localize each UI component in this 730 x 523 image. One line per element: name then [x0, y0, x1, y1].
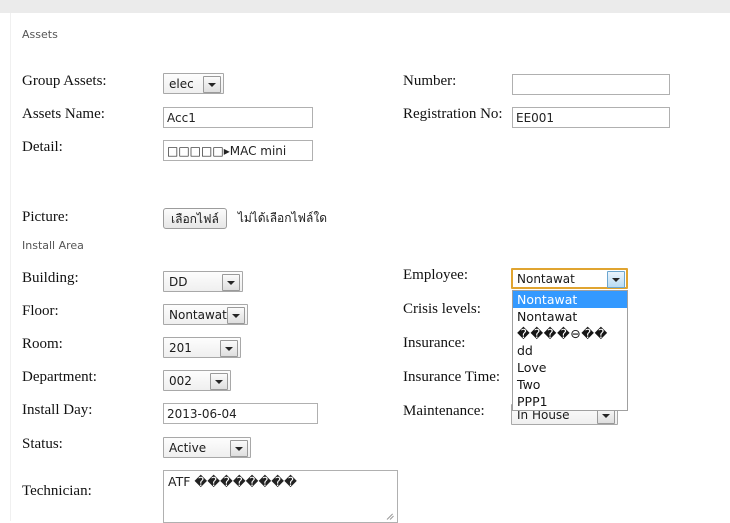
- room-label: Room:: [22, 336, 63, 352]
- chevron-down-icon[interactable]: [203, 76, 221, 93]
- employee-option[interactable]: dd: [513, 342, 627, 359]
- install-day-label: Install Day:: [22, 402, 93, 418]
- room-value: 201: [169, 341, 192, 355]
- department-value: 002: [169, 374, 192, 388]
- floor-select[interactable]: Nontawat: [163, 304, 248, 325]
- chevron-down-icon[interactable]: [230, 440, 248, 457]
- choose-file-button[interactable]: เลือกไฟล์: [163, 208, 227, 229]
- number-label: Number:: [403, 73, 457, 89]
- crisis-levels-label: Crisis levels:: [403, 301, 481, 317]
- floor-label: Floor:: [22, 303, 59, 319]
- employee-option[interactable]: PPP1: [513, 393, 627, 410]
- assets-name-input[interactable]: [163, 107, 313, 128]
- room-select[interactable]: 201: [163, 337, 241, 358]
- employee-value: Nontawat: [517, 272, 575, 286]
- status-select[interactable]: Active: [163, 437, 251, 458]
- employee-option[interactable]: Nontawat: [513, 291, 627, 308]
- asset-form: Assets Group Assets: elec Assets Name: D…: [0, 13, 730, 523]
- assets-section-legend: Assets: [22, 28, 58, 41]
- top-gray-band: [0, 0, 730, 13]
- employee-option[interactable]: Two: [513, 376, 627, 393]
- picture-label: Picture:: [22, 209, 69, 225]
- chevron-down-icon[interactable]: [220, 340, 238, 357]
- picture-file-input[interactable]: เลือกไฟล์ ไม่ได้เลือกไฟล์ใด: [163, 208, 327, 230]
- maintenance-label: Maintenance:: [403, 403, 485, 419]
- chevron-down-icon[interactable]: [222, 274, 240, 291]
- building-select[interactable]: DD: [163, 271, 243, 292]
- insurance-label: Insurance:: [403, 335, 466, 351]
- status-label: Status:: [22, 436, 63, 452]
- file-chosen-status: ไม่ได้เลือกไฟล์ใด: [237, 211, 328, 225]
- chevron-down-icon[interactable]: [607, 271, 625, 288]
- building-label: Building:: [22, 270, 79, 286]
- employee-select[interactable]: Nontawat: [511, 268, 628, 289]
- resize-handle-icon[interactable]: [385, 510, 397, 522]
- status-value: Active: [169, 441, 207, 455]
- install-area-legend: Install Area: [22, 239, 84, 252]
- chevron-down-icon[interactable]: [227, 307, 245, 324]
- employee-option[interactable]: Love: [513, 359, 627, 376]
- group-assets-label: Group Assets:: [22, 73, 107, 89]
- detail-input[interactable]: [163, 140, 313, 161]
- department-select[interactable]: 002: [163, 370, 231, 391]
- building-value: DD: [169, 275, 188, 289]
- employee-label: Employee:: [403, 267, 468, 283]
- group-assets-select[interactable]: elec: [163, 73, 224, 94]
- chevron-down-icon[interactable]: [210, 373, 228, 390]
- employee-options-list[interactable]: Nontawat Nontawat ����⊖�� dd Love Two PPP1: [512, 290, 628, 411]
- technician-label: Technician:: [22, 483, 92, 499]
- install-day-input[interactable]: [163, 403, 318, 424]
- number-input[interactable]: [512, 74, 670, 95]
- insurance-time-label: Insurance Time:: [403, 369, 501, 385]
- assets-name-label: Assets Name:: [22, 106, 105, 122]
- registration-no-input[interactable]: [512, 107, 670, 128]
- employee-option[interactable]: ����⊖��: [513, 325, 627, 342]
- floor-value: Nontawat: [169, 308, 227, 322]
- group-assets-value: elec: [169, 77, 194, 91]
- detail-label: Detail:: [22, 139, 63, 155]
- technician-textarea[interactable]: ATF ��������: [163, 470, 398, 523]
- employee-option[interactable]: Nontawat: [513, 308, 627, 325]
- registration-no-label: Registration No:: [403, 106, 503, 122]
- department-label: Department:: [22, 369, 97, 385]
